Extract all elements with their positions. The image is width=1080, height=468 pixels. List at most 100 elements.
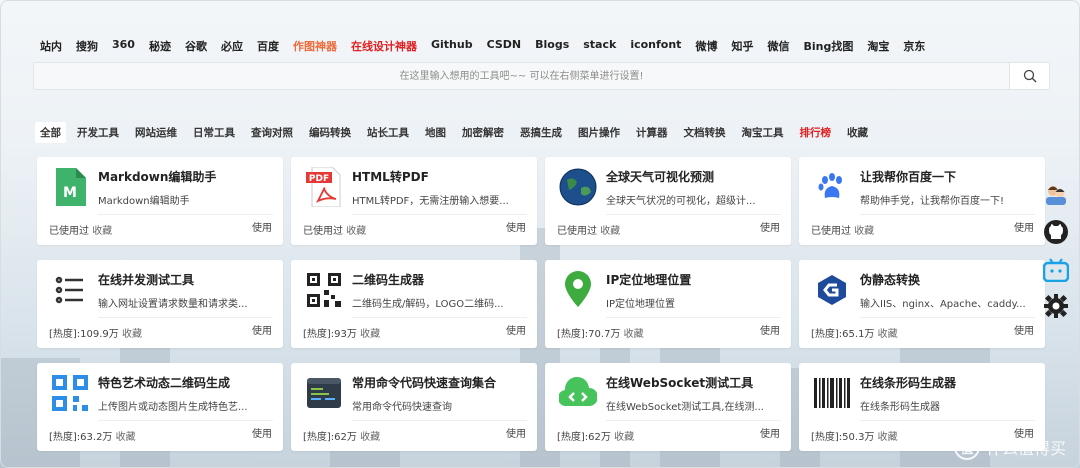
- use-button[interactable]: 使用: [760, 219, 780, 234]
- favorite-link[interactable]: 收藏: [116, 432, 136, 443]
- engine-link[interactable]: iconfont: [630, 38, 681, 54]
- favorite-link[interactable]: 收藏: [624, 329, 644, 340]
- engine-link[interactable]: 微博: [695, 38, 717, 54]
- tool-meta: [热度]:109.9万 收藏: [49, 325, 142, 340]
- tool-title[interactable]: Markdown编辑助手: [98, 168, 216, 185]
- category-tab[interactable]: 站长工具: [362, 122, 414, 143]
- tool-title[interactable]: 伪静态转换: [860, 271, 920, 288]
- use-button[interactable]: 使用: [506, 322, 526, 337]
- tool-card[interactable]: IP定位地理位置 IP定位地理位置 [热度]:70.7万 收藏 使用: [545, 260, 791, 348]
- tool-usage: [热度]:63.2万: [49, 432, 113, 443]
- category-tab[interactable]: 图片操作: [573, 122, 625, 143]
- use-button[interactable]: 使用: [506, 425, 526, 440]
- tool-description: 输入网址设置请求数量和请求类...: [98, 299, 248, 310]
- engine-link[interactable]: 在线设计神器: [351, 38, 417, 54]
- category-tab[interactable]: 全部: [35, 122, 66, 143]
- category-tab[interactable]: 排行榜: [795, 122, 837, 143]
- use-button[interactable]: 使用: [1014, 219, 1034, 234]
- use-button[interactable]: 使用: [252, 322, 272, 337]
- engine-link[interactable]: 360: [112, 38, 135, 54]
- category-tab[interactable]: 日常工具: [188, 122, 240, 143]
- tool-title[interactable]: 让我帮你百度一下: [860, 168, 956, 185]
- tool-title[interactable]: 在线条形码生成器: [860, 374, 956, 391]
- tool-description: 在线WebSocket测试工具,在线测...: [606, 402, 764, 413]
- tool-title[interactable]: IP定位地理位置: [606, 271, 691, 288]
- category-tab[interactable]: 收藏: [842, 122, 873, 143]
- engine-link[interactable]: 京东: [903, 38, 925, 54]
- tool-description: 二维码生成/解码，LOGO二维码...: [352, 299, 504, 310]
- use-button[interactable]: 使用: [252, 425, 272, 440]
- tool-title[interactable]: HTML转PDF: [352, 168, 429, 185]
- tool-card[interactable]: M Markdown编辑助手 Markdown编辑助手 已使用过 收藏 使用: [37, 157, 283, 245]
- gear-icon[interactable]: [1042, 292, 1070, 320]
- favorite-link[interactable]: 收藏: [122, 329, 142, 340]
- search-input[interactable]: [34, 63, 1009, 89]
- category-tab[interactable]: 文档转换: [679, 122, 731, 143]
- tool-usage: 已使用过: [811, 226, 851, 237]
- favorite-link[interactable]: 收藏: [614, 432, 634, 443]
- engine-link[interactable]: 谷歌: [185, 38, 207, 54]
- tool-card[interactable]: 常用命令代码快速查询集合 常用命令代码快速查询 [热度]:62万 收藏 使用: [291, 363, 537, 451]
- tool-card[interactable]: 让我帮你百度一下 帮助伸手党，让我帮你百度一下! 已使用过 收藏 使用: [799, 157, 1045, 245]
- category-tab[interactable]: 地图: [420, 122, 451, 143]
- baidu-paw-icon: [813, 168, 851, 206]
- engine-link[interactable]: 微信: [767, 38, 789, 54]
- engine-link[interactable]: 必应: [221, 38, 243, 54]
- category-tab[interactable]: 恶搞生成: [515, 122, 567, 143]
- engine-link[interactable]: Blogs: [535, 38, 569, 54]
- tool-title[interactable]: 二维码生成器: [352, 271, 424, 288]
- engine-link[interactable]: 知乎: [731, 38, 753, 54]
- engine-link[interactable]: 搜狗: [76, 38, 98, 54]
- tool-description: 帮助伸手党，让我帮你百度一下!: [860, 196, 1005, 207]
- favorite-link[interactable]: 收藏: [92, 226, 112, 237]
- favorite-link[interactable]: 收藏: [360, 329, 380, 340]
- engine-link[interactable]: 作图神器: [293, 38, 337, 54]
- engine-link[interactable]: Github: [431, 38, 473, 54]
- tool-card[interactable]: 伪静态转换 输入IIS、nginx、Apache、caddy... [热度]:6…: [799, 260, 1045, 348]
- search-icon: [1023, 69, 1036, 83]
- favorite-link[interactable]: 收藏: [854, 226, 874, 237]
- favorite-link[interactable]: 收藏: [360, 432, 380, 443]
- tool-description: IP定位地理位置: [606, 299, 675, 310]
- tool-title[interactable]: 在线WebSocket测试工具: [606, 374, 753, 391]
- category-tab[interactable]: 查询对照: [246, 122, 298, 143]
- category-tab[interactable]: 编码转换: [304, 122, 356, 143]
- tool-card[interactable]: 特色艺术动态二维码生成 上传图片或动态图片生成特色艺... [热度]:63.2万…: [37, 363, 283, 451]
- tool-title[interactable]: 全球天气可视化预测: [606, 168, 714, 185]
- category-tab[interactable]: 淘宝工具: [737, 122, 789, 143]
- engine-link[interactable]: 站内: [40, 38, 62, 54]
- engine-link[interactable]: 秘迹: [149, 38, 171, 54]
- use-button[interactable]: 使用: [760, 425, 780, 440]
- use-button[interactable]: 使用: [1014, 322, 1034, 337]
- engine-link[interactable]: 百度: [257, 38, 279, 54]
- category-tab[interactable]: 计算器: [631, 122, 673, 143]
- tool-card[interactable]: 全球天气可视化预测 全球天气状况的可视化，超级计... 已使用过 收藏 使用: [545, 157, 791, 245]
- tool-card[interactable]: PDF HTML转PDF HTML转PDF，无需注册输入想要... 已使用过 收…: [291, 157, 537, 245]
- bilibili-icon[interactable]: [1042, 256, 1070, 284]
- favorite-link[interactable]: 收藏: [878, 329, 898, 340]
- tool-card[interactable]: 二维码生成器 二维码生成/解码，LOGO二维码... [热度]:93万 收藏 使…: [291, 260, 537, 348]
- tool-card[interactable]: 在线WebSocket测试工具 在线WebSocket测试工具,在线测... […: [545, 363, 791, 451]
- users-icon[interactable]: [1042, 180, 1070, 208]
- engine-link[interactable]: 淘宝: [867, 38, 889, 54]
- category-tab[interactable]: 网站运维: [130, 122, 182, 143]
- use-button[interactable]: 使用: [760, 322, 780, 337]
- category-tab[interactable]: 加密解密: [457, 122, 509, 143]
- tool-description: 上传图片或动态图片生成特色艺...: [98, 402, 248, 413]
- tool-title[interactable]: 特色艺术动态二维码生成: [98, 374, 230, 391]
- engine-link[interactable]: Bing找图: [803, 38, 853, 54]
- tool-title[interactable]: 在线并发测试工具: [98, 271, 194, 288]
- category-tab[interactable]: 开发工具: [72, 122, 124, 143]
- tool-title[interactable]: 常用命令代码快速查询集合: [352, 374, 496, 391]
- use-button[interactable]: 使用: [252, 219, 272, 234]
- engine-link[interactable]: CSDN: [487, 38, 522, 54]
- github-icon[interactable]: [1042, 218, 1070, 246]
- tool-meta: 已使用过 收藏: [557, 222, 620, 237]
- tool-card[interactable]: 在线并发测试工具 输入网址设置请求数量和请求类... [热度]:109.9万 收…: [37, 260, 283, 348]
- favorite-link[interactable]: 收藏: [600, 226, 620, 237]
- favorite-link[interactable]: 收藏: [346, 226, 366, 237]
- search-button[interactable]: [1009, 63, 1049, 89]
- favorite-link[interactable]: 收藏: [878, 432, 898, 443]
- engine-link[interactable]: stack: [583, 38, 616, 54]
- use-button[interactable]: 使用: [506, 219, 526, 234]
